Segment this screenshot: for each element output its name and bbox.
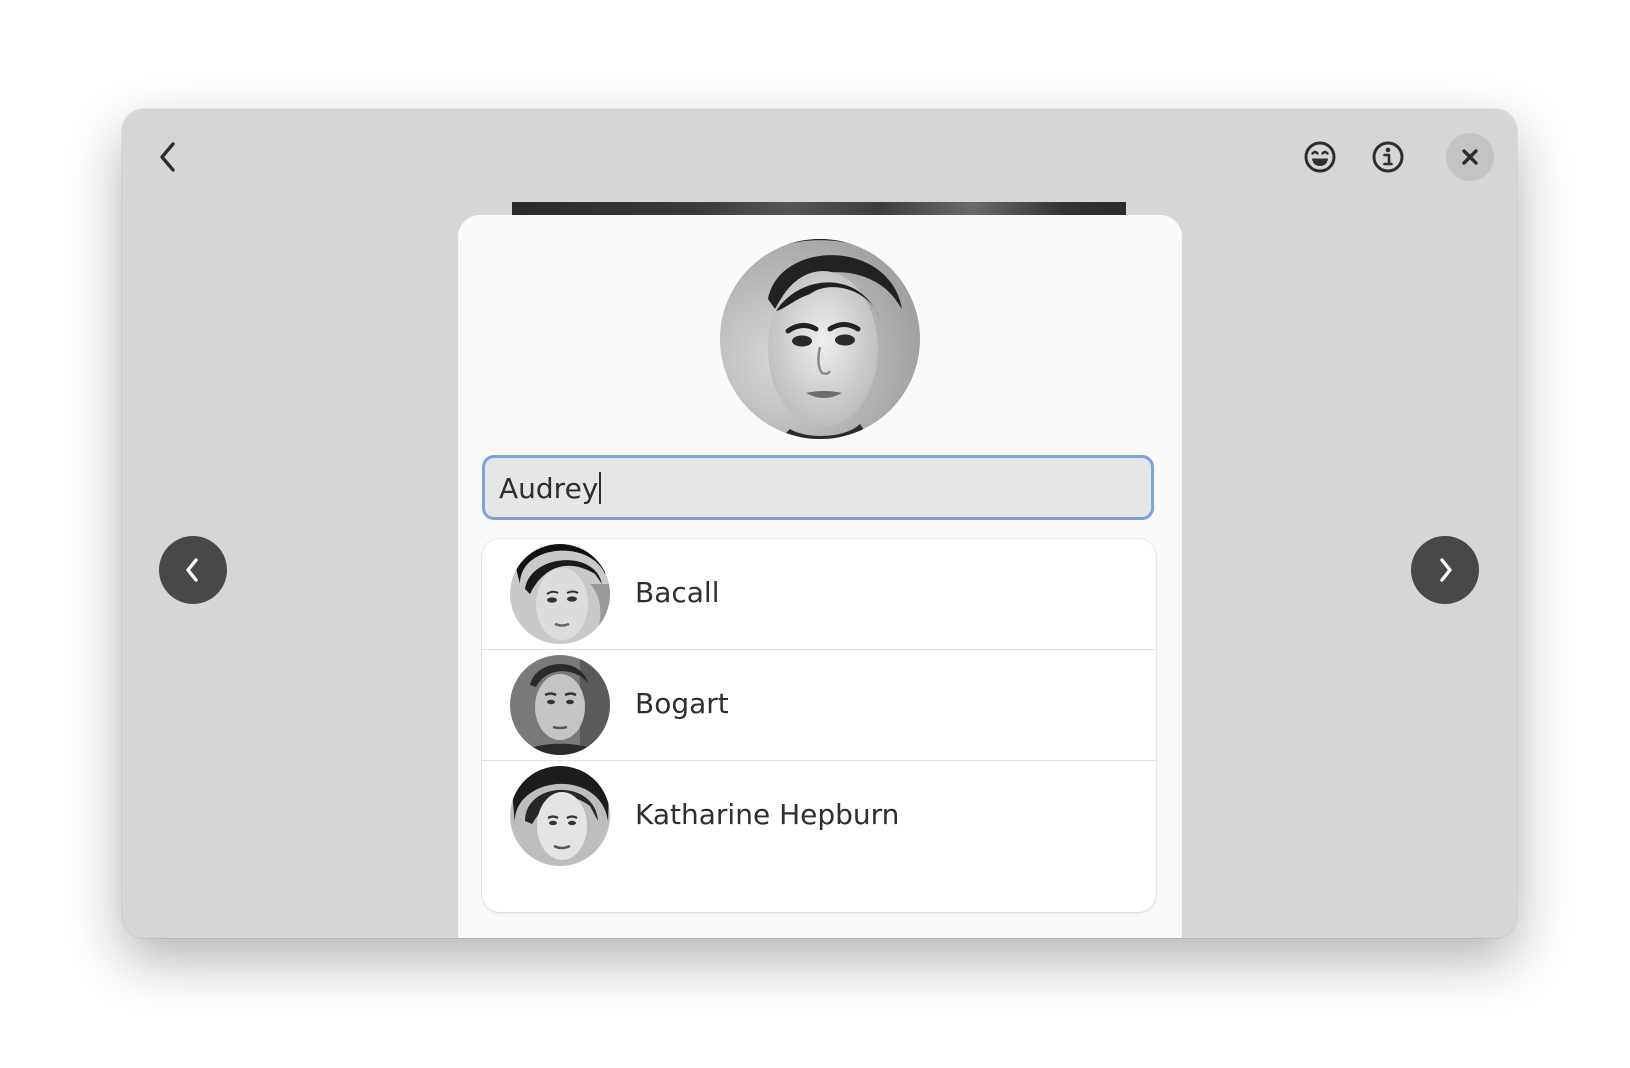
emoji-smile-icon <box>1304 141 1336 173</box>
chevron-left-icon <box>186 558 198 582</box>
info-button[interactable] <box>1364 133 1412 181</box>
suggestion-name: Bacall <box>635 576 720 609</box>
person-suggestions-list: Bacall Bogart Katharine Hepburn <box>482 539 1156 912</box>
suggestion-row-bogart[interactable]: Bogart <box>482 650 1156 761</box>
close-button[interactable] <box>1446 133 1494 181</box>
tag-person-dialog: Audrey Bacall Bogart Katharine Hepburn <box>458 215 1182 938</box>
person-avatar <box>510 655 610 755</box>
suggestion-row-katharine-hepburn[interactable]: Katharine Hepburn <box>482 761 1156 871</box>
emoji-button[interactable] <box>1296 133 1344 181</box>
chevron-right-icon <box>1440 558 1452 582</box>
close-icon <box>1462 149 1478 165</box>
suggestion-name: Bogart <box>635 687 729 720</box>
suggestion-name: Katharine Hepburn <box>635 798 900 831</box>
person-avatar <box>510 544 610 644</box>
back-button[interactable] <box>144 133 192 181</box>
previous-photo-button[interactable] <box>159 536 227 604</box>
name-input-value: Audrey <box>499 472 599 505</box>
info-icon <box>1372 141 1404 173</box>
next-photo-button[interactable] <box>1411 536 1479 604</box>
text-cursor <box>599 472 602 504</box>
suggestion-row-bacall[interactable]: Bacall <box>482 539 1156 650</box>
name-input[interactable]: Audrey <box>482 455 1154 520</box>
person-avatar <box>510 766 610 866</box>
chevron-left-icon <box>160 142 175 172</box>
selected-face-avatar <box>720 239 920 439</box>
photo-viewer-window: Audrey Bacall Bogart Katharine Hepburn <box>122 109 1517 938</box>
